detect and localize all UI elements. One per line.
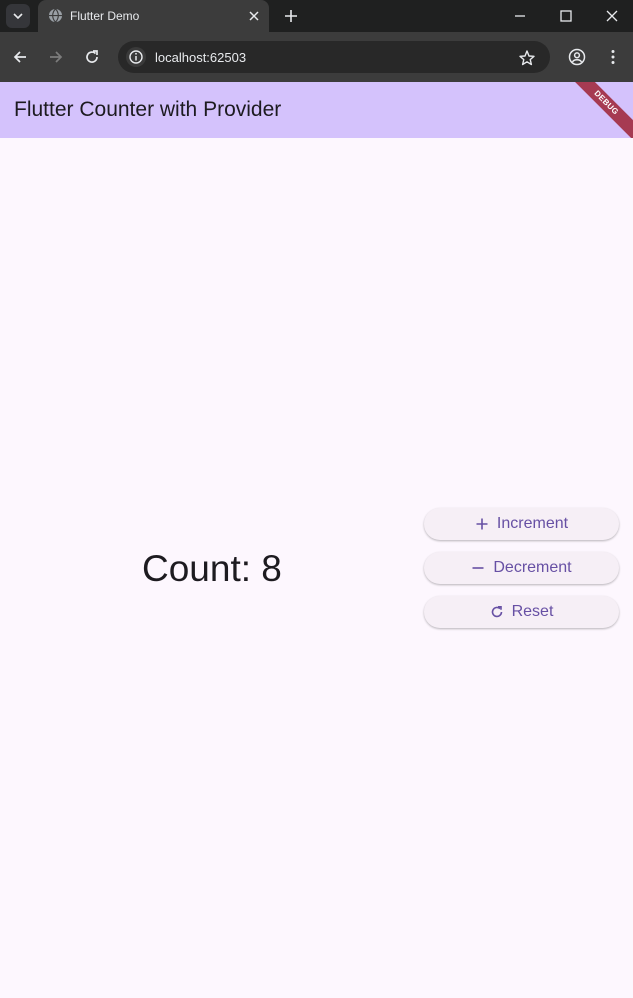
- reset-label: Reset: [511, 603, 554, 620]
- app-body: Count: 8 Increment Decrement Reset: [0, 138, 633, 998]
- app-bar: Flutter Counter with Provider DEBUG: [0, 82, 633, 138]
- star-icon[interactable]: [518, 49, 536, 67]
- browser-toolbar: localhost:62503: [0, 32, 633, 82]
- tab-strip: Flutter Demo: [0, 0, 633, 32]
- reset-button[interactable]: Reset: [424, 596, 619, 628]
- maximize-icon[interactable]: [558, 8, 574, 24]
- window-close-icon[interactable]: [604, 8, 620, 24]
- url-text: localhost:62503: [155, 50, 247, 65]
- info-icon: [129, 50, 143, 64]
- tab-title: Flutter Demo: [70, 9, 140, 23]
- decrement-button[interactable]: Decrement: [424, 552, 619, 584]
- debug-banner: DEBUG: [562, 82, 633, 138]
- profile-icon[interactable]: [568, 48, 586, 66]
- browser-tab[interactable]: Flutter Demo: [38, 0, 269, 32]
- counter-display: Count: 8: [142, 548, 282, 589]
- more-vert-icon[interactable]: [604, 48, 622, 66]
- tab-search-button[interactable]: [6, 4, 30, 28]
- forward-arrow-icon[interactable]: [47, 48, 65, 66]
- decrement-label: Decrement: [493, 559, 572, 576]
- reload-icon[interactable]: [83, 48, 101, 66]
- back-arrow-icon[interactable]: [11, 48, 29, 66]
- minimize-icon[interactable]: [512, 8, 528, 24]
- close-icon[interactable]: [247, 9, 261, 23]
- address-bar[interactable]: localhost:62503: [118, 41, 550, 73]
- new-tab-plus-icon[interactable]: [283, 8, 299, 24]
- increment-label: Increment: [496, 515, 569, 532]
- increment-button[interactable]: Increment: [424, 508, 619, 540]
- remove-icon: [472, 567, 484, 569]
- chevron-down-icon: [13, 13, 23, 20]
- site-info-button[interactable]: [126, 47, 146, 67]
- refresh-icon: [491, 606, 502, 618]
- app-title: Flutter Counter with Provider: [14, 98, 282, 121]
- globe-icon: [48, 8, 63, 23]
- add-icon: [476, 518, 488, 530]
